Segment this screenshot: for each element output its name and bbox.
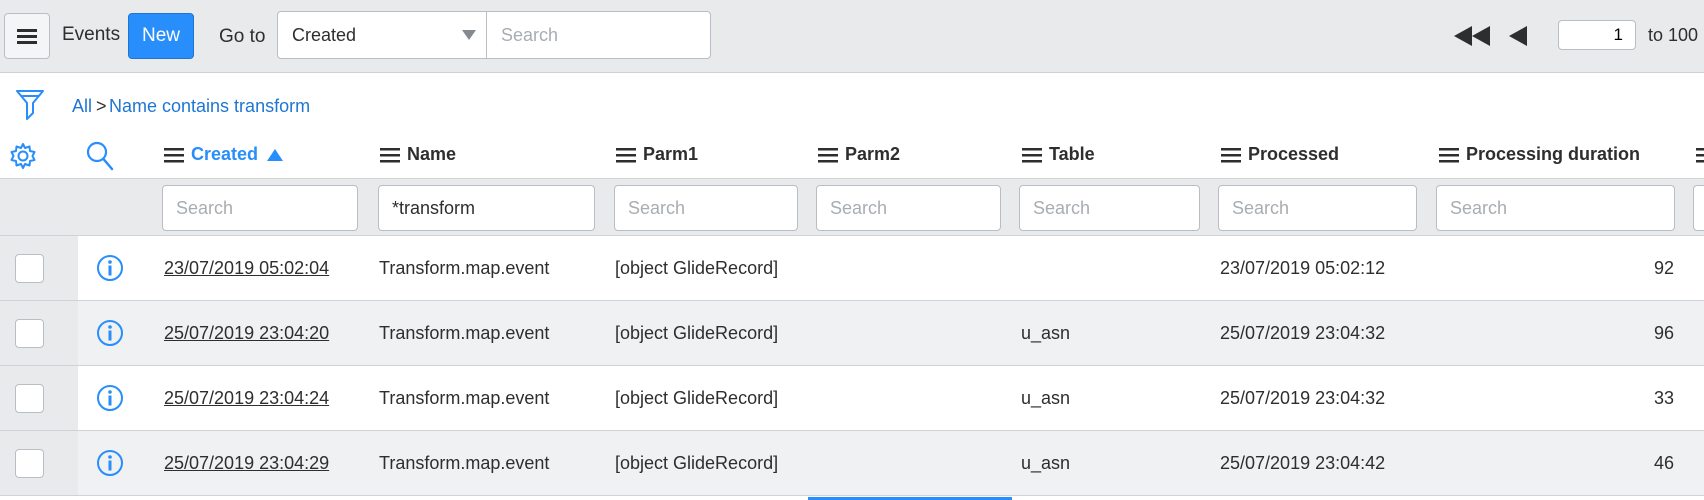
created-link[interactable]: 25/07/2019 23:04:24 xyxy=(164,388,329,409)
hamburger-menu-button[interactable] xyxy=(4,13,50,59)
name-search-input[interactable] xyxy=(378,185,595,231)
first-page-icon[interactable] xyxy=(1454,26,1490,46)
column-header-created[interactable]: Created xyxy=(164,144,284,165)
name-cell: Transform.map.event xyxy=(379,258,550,278)
column-header-name[interactable]: Name xyxy=(380,144,456,165)
duration-cell: 92 xyxy=(1653,258,1674,278)
column-header-label: Name xyxy=(407,144,457,164)
created-link[interactable]: 25/07/2019 23:04:29 xyxy=(164,453,329,474)
table-row: 25/07/2019 23:04:24 Transform.map.event … xyxy=(0,366,1704,431)
column-header-table[interactable]: Table xyxy=(1022,144,1095,165)
column-header-label: Processed xyxy=(1248,144,1340,164)
processed-cell: 25/07/2019 23:04:32 xyxy=(1220,388,1386,408)
chevron-down-icon xyxy=(462,30,476,40)
duration-cell: 46 xyxy=(1653,453,1674,473)
row-select-cell xyxy=(0,366,78,430)
column-header-parm2[interactable]: Parm2 xyxy=(818,144,900,165)
filter-icon[interactable] xyxy=(16,89,44,121)
column-header-row: Created Name Parm1 Parm2 Table Processed… xyxy=(0,134,1704,178)
name-cell: Transform.map.event xyxy=(379,323,550,343)
table-cell: u_asn xyxy=(1021,388,1071,408)
name-cell: Transform.map.event xyxy=(379,453,550,473)
search-icon[interactable] xyxy=(86,141,114,171)
list-toolbar: Events New Go to Created to 100 xyxy=(0,0,1704,73)
info-icon[interactable] xyxy=(96,319,124,347)
table-row: 25/07/2019 23:04:29 Transform.map.event … xyxy=(0,431,1704,496)
goto-field-value: Created xyxy=(292,25,357,45)
parm1-search-input[interactable] xyxy=(614,185,798,231)
page-number-input[interactable] xyxy=(1558,20,1636,50)
column-header-label: Parm2 xyxy=(845,144,901,164)
processed-search-input[interactable] xyxy=(1218,185,1417,231)
parm1-cell: [object GlideRecord] xyxy=(615,388,779,408)
processed-cell: 23/07/2019 05:02:12 xyxy=(1220,258,1386,278)
goto-search-input[interactable] xyxy=(486,11,711,59)
column-search-row xyxy=(0,178,1704,236)
duration-cell: 96 xyxy=(1653,323,1674,343)
duration-search-input[interactable] xyxy=(1436,185,1675,231)
column-header-processing-duration[interactable]: Processing duration xyxy=(1439,144,1640,165)
filter-breadcrumb: All > Name contains transform xyxy=(0,74,1704,134)
breadcrumb-separator: > xyxy=(96,96,107,116)
created-link[interactable]: 25/07/2019 23:04:20 xyxy=(164,323,329,344)
info-icon[interactable] xyxy=(96,449,124,477)
table-search-input[interactable] xyxy=(1019,185,1200,231)
page-range-label: to 100 xyxy=(1648,25,1699,45)
info-icon[interactable] xyxy=(96,254,124,282)
previous-page-icon[interactable] xyxy=(1509,26,1527,46)
row-select-cell xyxy=(0,431,78,495)
column-menu-icon[interactable] xyxy=(1221,147,1241,163)
info-icon[interactable] xyxy=(96,384,124,412)
column-header-label: Table xyxy=(1049,144,1095,164)
created-search-input[interactable] xyxy=(162,185,358,231)
row-checkbox[interactable] xyxy=(15,449,44,478)
parm1-cell: [object GlideRecord] xyxy=(615,258,779,278)
row-select-cell xyxy=(0,301,78,365)
column-menu-icon[interactable] xyxy=(1439,147,1459,163)
parm1-cell: [object GlideRecord] xyxy=(615,323,779,343)
column-menu-icon[interactable] xyxy=(616,147,636,163)
goto-field-select[interactable]: Created xyxy=(277,11,487,59)
row-checkbox[interactable] xyxy=(15,384,44,413)
table-row: 23/07/2019 05:02:04 Transform.map.event … xyxy=(0,236,1704,301)
column-menu-icon[interactable] xyxy=(164,147,184,163)
hamburger-icon xyxy=(17,29,37,44)
table-cell: u_asn xyxy=(1021,453,1071,473)
row-checkbox[interactable] xyxy=(15,254,44,283)
extra-column-search-input[interactable] xyxy=(1693,185,1704,231)
table-row: 25/07/2019 23:04:20 Transform.map.event … xyxy=(0,301,1704,366)
parm1-cell: [object GlideRecord] xyxy=(615,453,779,473)
column-menu-icon[interactable] xyxy=(1022,147,1042,163)
created-link[interactable]: 23/07/2019 05:02:04 xyxy=(164,258,329,279)
column-menu-icon[interactable] xyxy=(1696,147,1704,163)
column-header-label: Created xyxy=(191,144,259,164)
column-header-label: Parm1 xyxy=(643,144,699,164)
row-checkbox[interactable] xyxy=(15,319,44,348)
new-button[interactable]: New xyxy=(128,13,194,59)
parm2-search-input[interactable] xyxy=(816,185,1001,231)
breadcrumb-condition-link[interactable]: Name contains transform xyxy=(109,96,310,117)
column-menu-icon[interactable] xyxy=(380,147,400,163)
breadcrumb-all-link[interactable]: All xyxy=(72,96,92,117)
column-header-parm1[interactable]: Parm1 xyxy=(616,144,698,165)
column-menu-icon[interactable] xyxy=(818,147,838,163)
goto-label: Go to xyxy=(219,26,266,47)
table-cell: u_asn xyxy=(1021,323,1071,343)
processed-cell: 25/07/2019 23:04:42 xyxy=(1220,453,1386,473)
gear-icon[interactable] xyxy=(9,142,37,170)
sort-ascending-icon xyxy=(267,149,284,162)
duration-cell: 33 xyxy=(1653,388,1674,408)
name-cell: Transform.map.event xyxy=(379,388,550,408)
column-header-processed[interactable]: Processed xyxy=(1221,144,1339,165)
processed-cell: 25/07/2019 23:04:32 xyxy=(1220,323,1386,343)
column-header-label: Processing duration xyxy=(1466,144,1641,164)
list-title: Events xyxy=(62,24,121,45)
row-select-cell xyxy=(0,236,78,300)
